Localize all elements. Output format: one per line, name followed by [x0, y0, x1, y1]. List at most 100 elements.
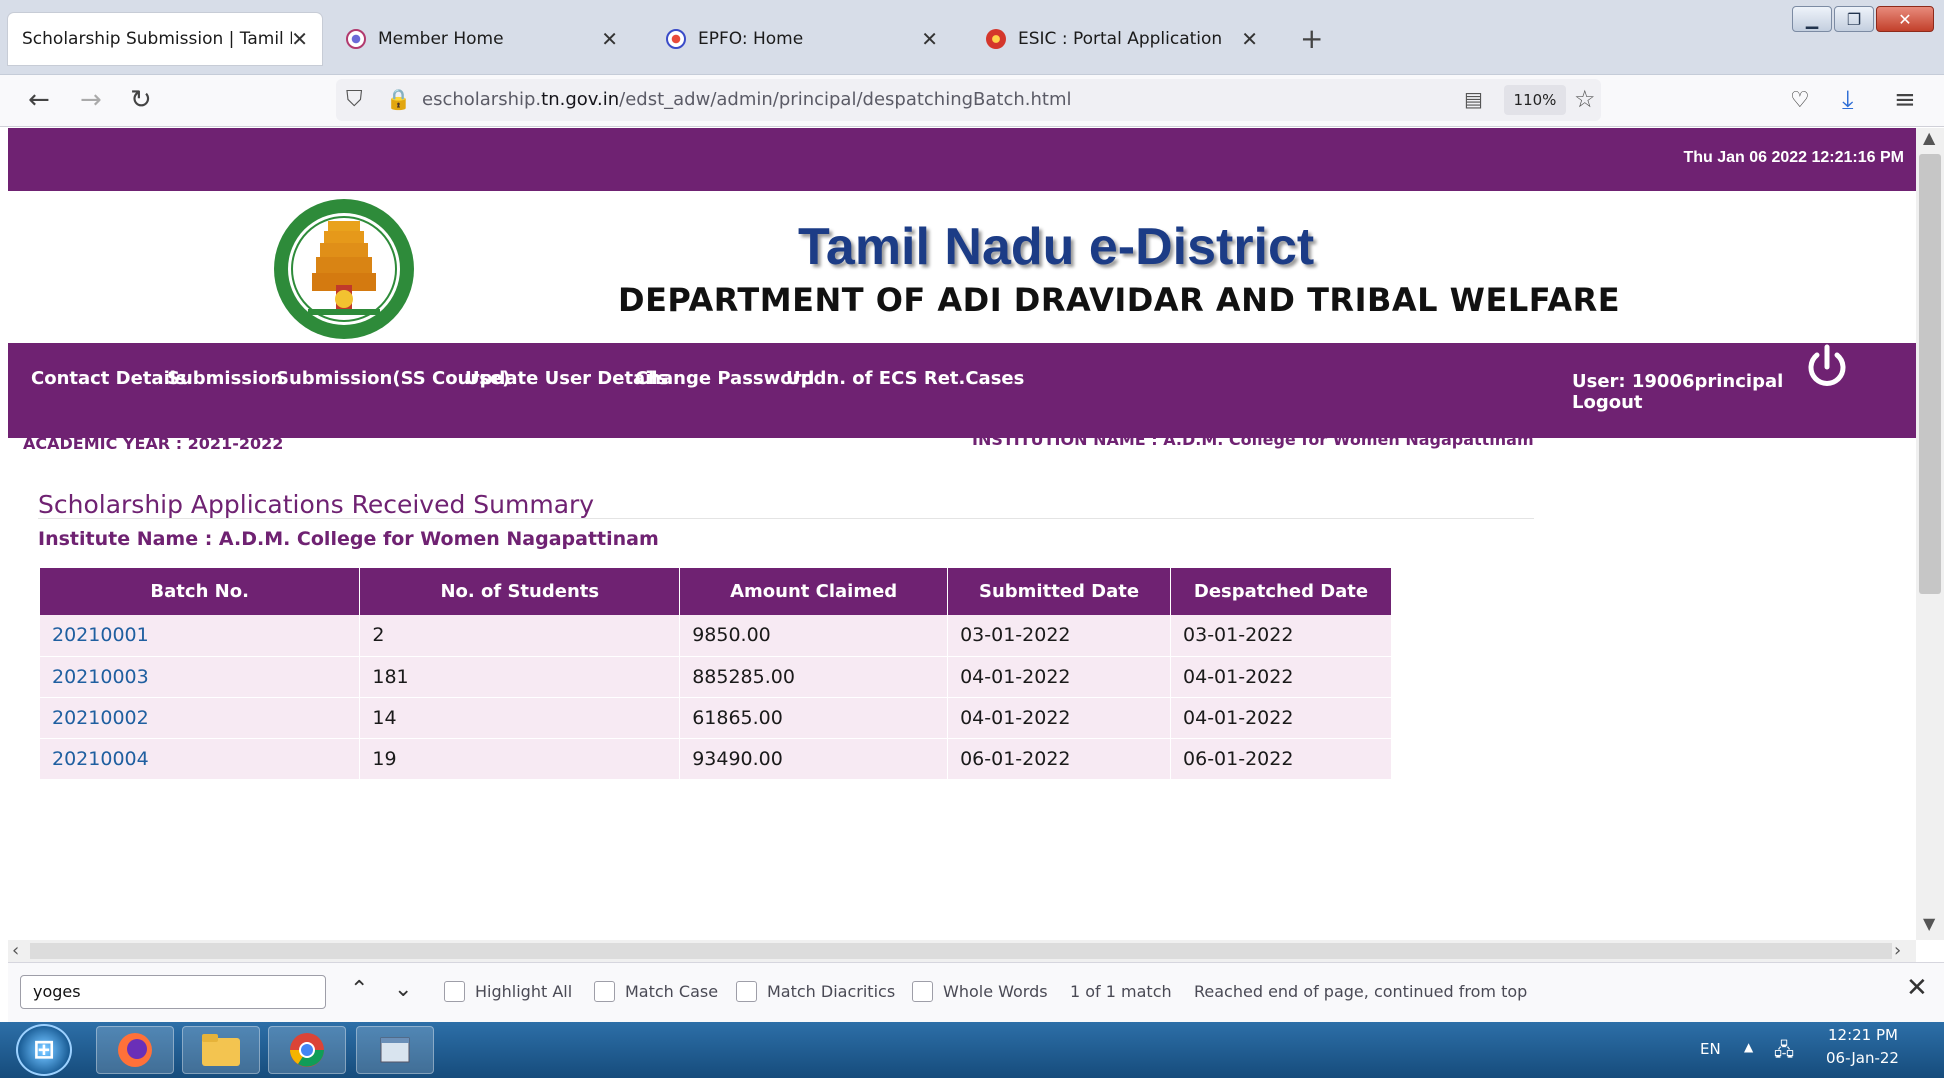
horizontal-scrollbar[interactable]: ‹ ›	[8, 940, 1916, 962]
windows-start-icon[interactable]: ⊞	[16, 1024, 72, 1076]
column-header-no-of-students: No. of Students	[359, 568, 681, 615]
url-prefix: escholarship.	[422, 89, 542, 110]
clock-time[interactable]: 12:21 PM	[1828, 1026, 1898, 1044]
download-icon[interactable]: ⤓	[1842, 85, 1854, 116]
member-home-favicon-icon	[346, 29, 366, 49]
match-diacritics-checkbox[interactable]: Match Diacritics	[736, 981, 895, 1002]
submitted-date: 04-01-2022	[947, 697, 1172, 739]
checkbox-label: Highlight All	[475, 982, 573, 1001]
table-header-row: Batch No. No. of Students Amount Claimed…	[40, 568, 1392, 615]
menu-updn-ecs-ret-cases[interactable]: Updn. of ECS Ret.Cases	[786, 368, 1024, 389]
forward-arrow-icon[interactable]: →	[80, 85, 102, 115]
scroll-left-icon[interactable]: ‹	[12, 940, 19, 961]
clock-date[interactable]: 06-Jan-22	[1826, 1049, 1899, 1067]
batch-number-link[interactable]: 20210001	[40, 615, 361, 657]
new-tab-plus-icon[interactable]: +	[1300, 22, 1323, 55]
checkbox-box[interactable]	[444, 981, 465, 1002]
menu-contact-details[interactable]: Contact Details	[31, 368, 187, 389]
url-text[interactable]: escholarship.tn.gov.in/edst_adw/admin/pr…	[422, 89, 1072, 110]
taskbar-file-explorer[interactable]	[182, 1026, 260, 1074]
scroll-right-icon[interactable]: ›	[1894, 940, 1901, 961]
tab-title: ESIC : Portal Application	[1018, 29, 1223, 49]
menu-submission[interactable]: Submission	[167, 368, 283, 389]
insecure-lock-icon[interactable]: 🔒	[386, 87, 411, 111]
amount-claimed: 885285.00	[679, 656, 949, 698]
batch-summary-table: Batch No. No. of Students Amount Claimed…	[40, 568, 1392, 780]
tab-member-home[interactable]: Member Home ✕	[332, 13, 632, 65]
url-bar[interactable]: ⛉ 🔒 escholarship.tn.gov.in/edst_adw/admi…	[336, 79, 1601, 121]
scroll-thumb[interactable]	[1919, 154, 1941, 594]
chrome-icon	[290, 1033, 324, 1067]
site-title: Tamil Nadu e-District	[798, 218, 1315, 276]
site-header: Tamil Nadu e-District DEPARTMENT OF ADI …	[8, 191, 1916, 343]
bookmark-star-icon[interactable]: ☆	[1574, 85, 1596, 113]
summary-title: Scholarship Applications Received Summar…	[38, 490, 595, 519]
tracking-shield-icon[interactable]: ⛉	[346, 87, 363, 112]
taskbar-chrome[interactable]	[268, 1026, 346, 1074]
students-count: 14	[359, 697, 681, 739]
pocket-icon[interactable]: ♡	[1790, 88, 1810, 113]
scroll-down-icon[interactable]: ▼	[1923, 914, 1935, 933]
batch-number-link[interactable]: 20210004	[40, 738, 361, 780]
submitted-date: 04-01-2022	[947, 656, 1172, 698]
close-find-bar-icon[interactable]: ✕	[1906, 973, 1928, 1003]
browser-tab-bar: Scholarship Submission | Tamil Nad ✕ Mem…	[0, 0, 1944, 75]
top-band: Thu Jan 06 2022 12:21:16 PM	[8, 128, 1916, 191]
restore-icon[interactable]: ❐	[1834, 6, 1874, 32]
checkbox-box[interactable]	[736, 981, 757, 1002]
tray-expand-icon[interactable]: ▲	[1744, 1040, 1753, 1054]
close-icon[interactable]: ✕	[921, 27, 938, 51]
table-row: 20210002 14 61865.00 04-01-2022 04-01-20…	[40, 697, 1392, 739]
language-indicator[interactable]: EN	[1700, 1040, 1721, 1058]
find-previous-icon[interactable]: ⌃	[350, 977, 368, 1002]
reader-view-icon[interactable]: ▤	[1464, 87, 1483, 111]
taskbar-app[interactable]	[356, 1026, 434, 1074]
close-icon[interactable]: ✕	[1241, 27, 1258, 51]
submitted-date: 06-01-2022	[947, 738, 1172, 780]
tab-esic[interactable]: ESIC : Portal Application ✕	[972, 13, 1272, 65]
match-case-checkbox[interactable]: Match Case	[594, 981, 718, 1002]
zoom-level-button[interactable]: 110%	[1504, 85, 1566, 115]
window-close-icon[interactable]: ✕	[1876, 6, 1934, 32]
despatched-date: 06-01-2022	[1170, 738, 1392, 780]
taskbar-firefox[interactable]	[96, 1026, 174, 1074]
tab-epfo[interactable]: EPFO: Home ✕	[652, 13, 952, 65]
divider	[38, 518, 1534, 519]
department-title: DEPARTMENT OF ADI DRAVIDAR AND TRIBAL WE…	[618, 281, 1621, 319]
close-icon[interactable]: ✕	[601, 27, 618, 51]
whole-words-checkbox[interactable]: Whole Words	[912, 981, 1048, 1002]
batch-number-link[interactable]: 20210003	[40, 656, 361, 698]
vertical-scrollbar[interactable]: ▲ ▼	[1916, 128, 1944, 940]
menu-hamburger-icon[interactable]: ≡	[1894, 85, 1916, 115]
find-status-message: Reached end of page, continued from top	[1194, 982, 1528, 1001]
amount-claimed: 61865.00	[679, 697, 949, 739]
logout-link[interactable]: Logout	[1572, 392, 1783, 413]
highlight-all-checkbox[interactable]: Highlight All	[444, 981, 572, 1002]
minimize-icon[interactable]: ▁	[1792, 6, 1832, 32]
web-page: Thu Jan 06 2022 12:21:16 PM Tamil Nadu e…	[8, 128, 1916, 940]
despatched-date: 03-01-2022	[1170, 615, 1392, 657]
find-input[interactable]: yoges	[20, 975, 326, 1009]
current-datetime: Thu Jan 06 2022 12:21:16 PM	[1683, 149, 1904, 166]
despatched-date: 04-01-2022	[1170, 656, 1392, 698]
window-controls: ▁ ❐ ✕	[1792, 6, 1934, 32]
scroll-up-icon[interactable]: ▲	[1923, 128, 1935, 147]
browser-nav-bar: ← → ↻ ⛉ 🔒 escholarship.tn.gov.in/edst_ad…	[0, 75, 1944, 127]
esic-favicon-icon	[986, 29, 1006, 49]
firefox-icon	[118, 1033, 152, 1067]
power-icon[interactable]	[1802, 343, 1852, 393]
tab-title: Member Home	[378, 29, 504, 49]
tab-title: Scholarship Submission | Tamil Nad	[22, 29, 292, 49]
network-icon[interactable]: 🖧	[1774, 1038, 1794, 1068]
tab-scholarship[interactable]: Scholarship Submission | Tamil Nad ✕	[8, 13, 322, 65]
batch-number-link[interactable]: 20210002	[40, 697, 361, 739]
checkbox-box[interactable]	[912, 981, 933, 1002]
back-arrow-icon[interactable]: ←	[28, 85, 50, 115]
scroll-thumb[interactable]	[30, 943, 1892, 959]
students-count: 19	[359, 738, 681, 780]
checkbox-box[interactable]	[594, 981, 615, 1002]
reload-icon[interactable]: ↻	[130, 85, 152, 115]
close-icon[interactable]: ✕	[291, 27, 308, 51]
find-next-icon[interactable]: ⌄	[394, 977, 412, 1002]
checkbox-label: Match Diacritics	[767, 982, 896, 1001]
